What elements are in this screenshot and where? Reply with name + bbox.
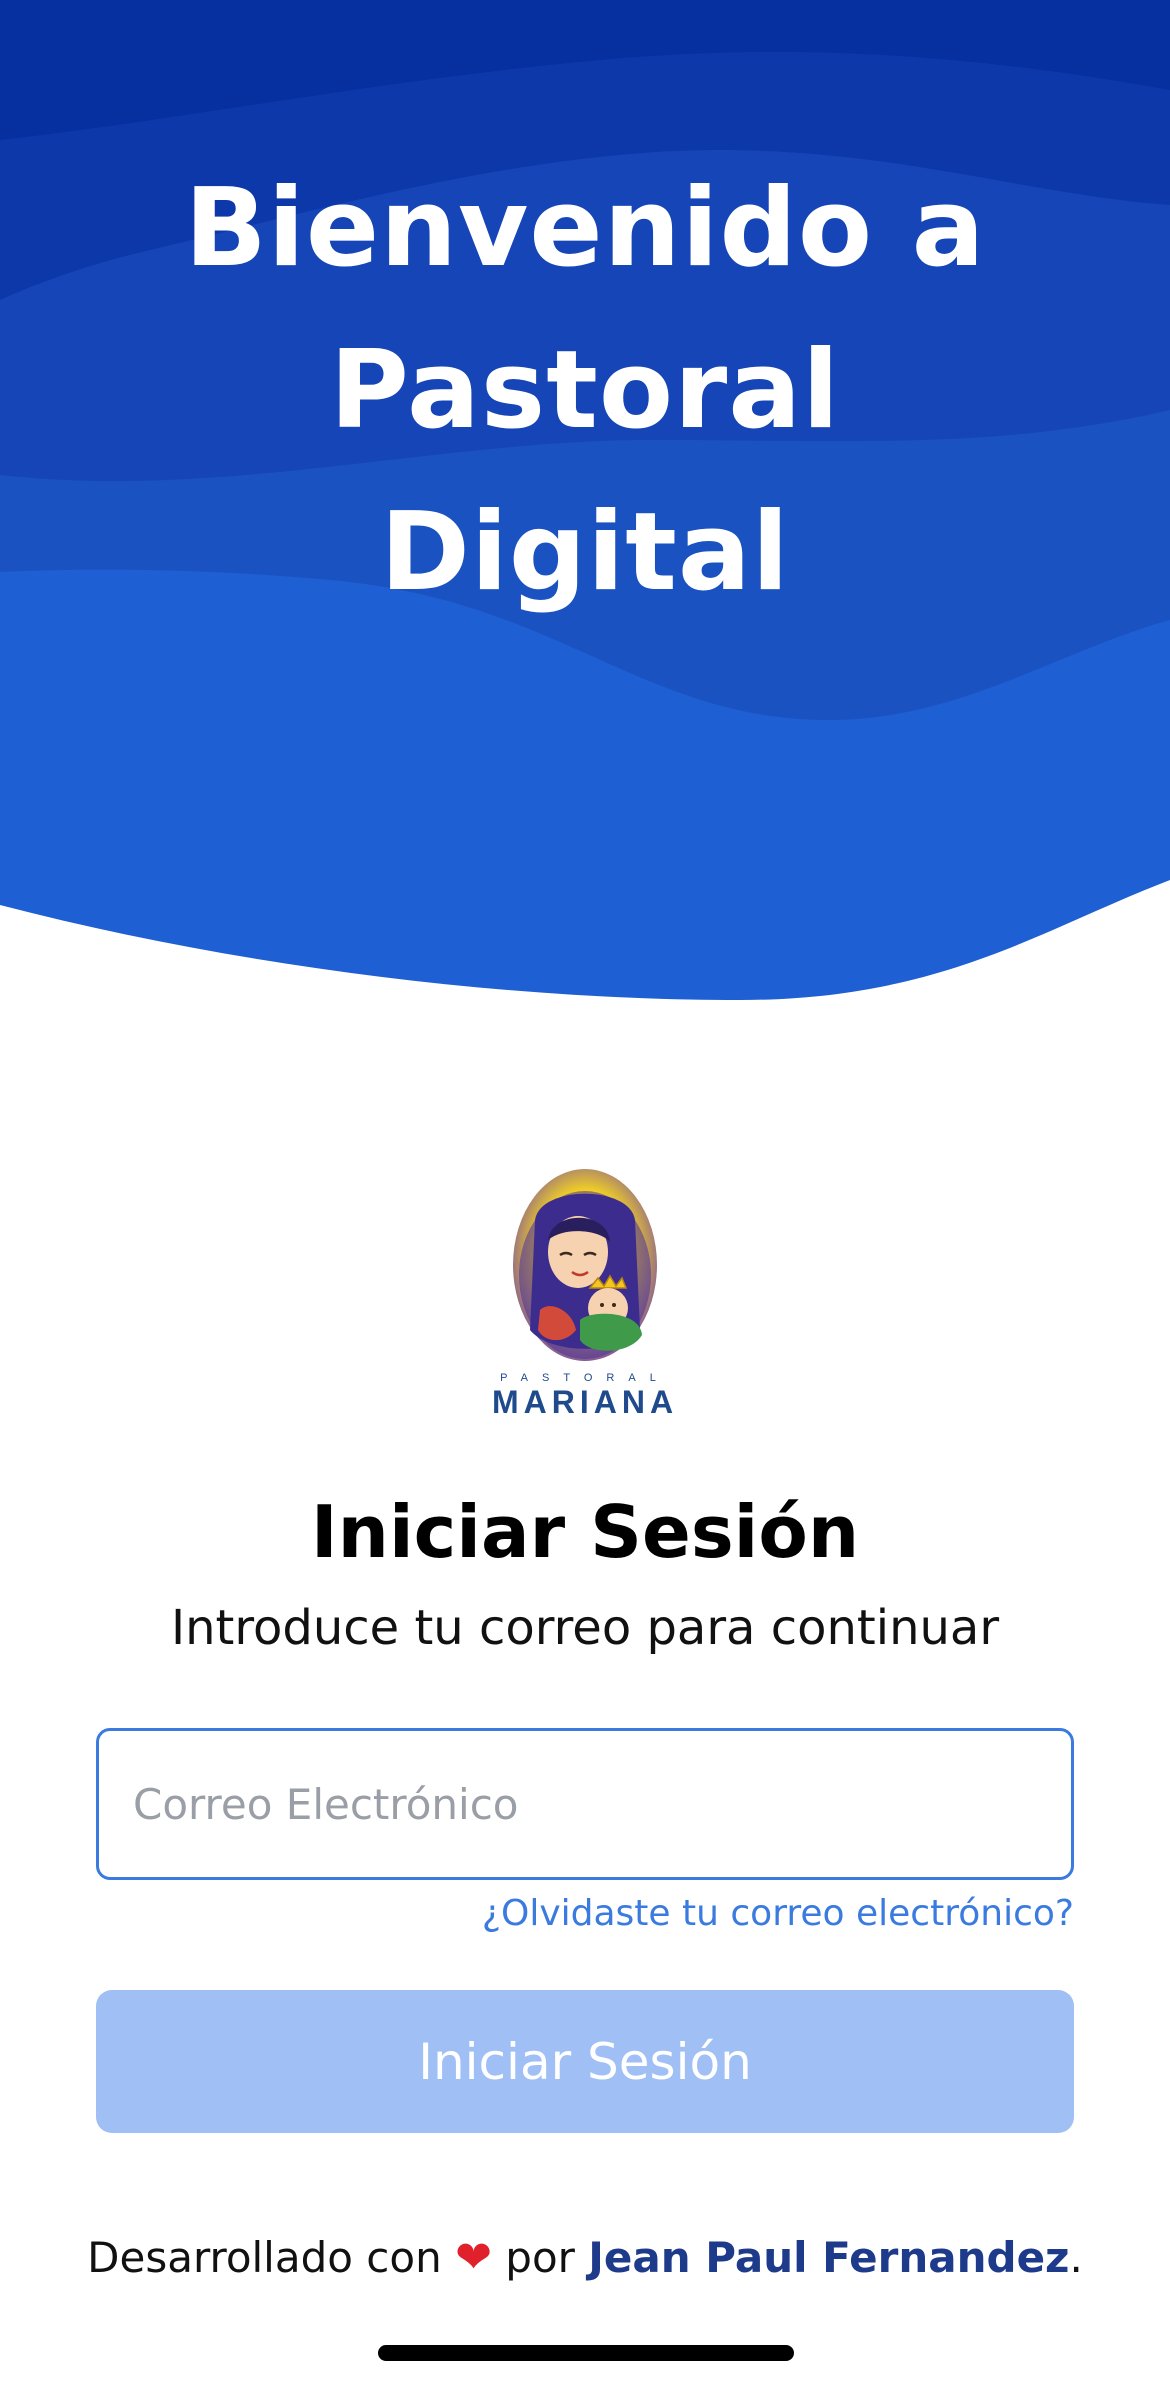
- forgot-email-link[interactable]: ¿Olvidaste tu correo electrónico?: [482, 1893, 1074, 1934]
- footer-credit: Desarrollado con ❤ por Jean Paul Fernand…: [0, 2232, 1170, 2283]
- hero-banner: Bienvenido a Pastoral Digital: [0, 0, 1170, 1010]
- login-title: Iniciar Sesión: [310, 1490, 860, 1574]
- logo-big-text: MARIANA: [491, 1384, 679, 1420]
- footer-middle: por: [505, 2233, 575, 2282]
- footer-prefix: Desarrollado con: [87, 2233, 442, 2282]
- footer-suffix: .: [1069, 2233, 1083, 2282]
- home-indicator[interactable]: [378, 2345, 794, 2361]
- email-input[interactable]: [96, 1728, 1074, 1880]
- login-button[interactable]: Iniciar Sesión: [96, 1990, 1074, 2133]
- welcome-title: Bienvenido a Pastoral Digital: [0, 148, 1170, 634]
- pastoral-mariana-logo: PASTORAL MARIANA: [480, 1160, 690, 1420]
- welcome-title-line-2: Pastoral: [329, 328, 841, 453]
- welcome-title-line-1: Bienvenido a: [184, 166, 986, 291]
- logo-small-text: PASTORAL: [500, 1372, 670, 1384]
- welcome-title-line-3: Digital: [380, 490, 790, 615]
- footer-author: Jean Paul Fernandez: [588, 2233, 1070, 2282]
- heart-icon: ❤: [455, 2232, 492, 2283]
- virgin-mary-child-icon: [513, 1169, 657, 1361]
- login-subtitle: Introduce tu correo para continuar: [170, 1600, 1000, 1656]
